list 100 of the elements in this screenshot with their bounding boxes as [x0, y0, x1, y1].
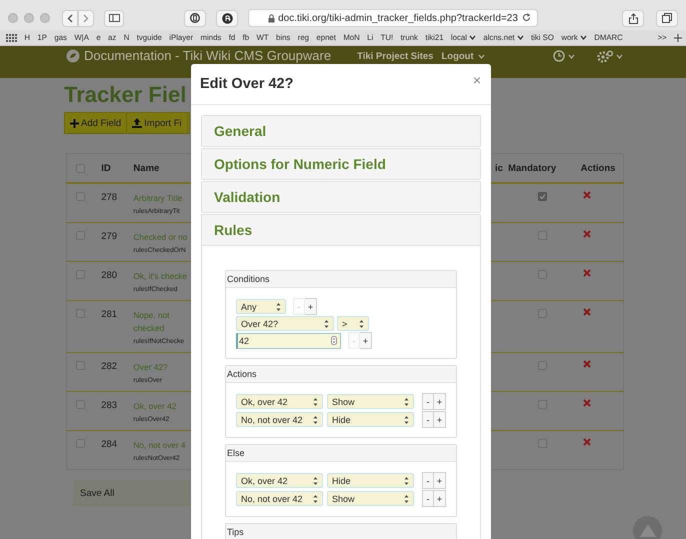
chevron-right-icon	[83, 14, 89, 22]
step-button[interactable]: +	[360, 332, 372, 349]
column-header: ID	[101, 162, 111, 174]
zoom-button[interactable]	[40, 13, 50, 23]
up-down-arrows-icon	[404, 476, 409, 484]
logo-icon	[66, 49, 80, 63]
reload-icon[interactable]	[522, 13, 531, 22]
share-icon	[628, 12, 638, 24]
up-down-arrows-icon	[324, 320, 329, 328]
up-down-arrows-icon	[404, 398, 409, 406]
id-cell: 283	[101, 400, 118, 411]
section-title: Actions	[226, 366, 456, 383]
step-button[interactable]: -	[422, 490, 434, 507]
dialog-title: Edit Over 42?	[200, 76, 294, 92]
dropdown[interactable]: Show	[327, 394, 414, 409]
dropdown[interactable]: Any	[236, 299, 286, 314]
nav-link[interactable]: Tiki Project Sites	[357, 51, 434, 62]
dropdown[interactable]: No, not over 42	[236, 491, 323, 506]
column-header: ic	[495, 162, 503, 174]
delete-icon[interactable]	[582, 308, 591, 316]
number-field[interactable]: 42	[236, 332, 341, 348]
sidebar-icon	[108, 14, 120, 22]
nav-link[interactable]: Logout	[441, 51, 485, 62]
caret-icon	[568, 54, 575, 58]
up-down-arrows-icon	[276, 302, 281, 310]
clock-icon[interactable]	[552, 50, 565, 62]
accordion-header[interactable]: Rules	[201, 214, 481, 246]
accordion-header[interactable]: General	[201, 115, 481, 147]
back-button[interactable]	[62, 10, 78, 26]
section-title: Conditions	[226, 271, 456, 288]
section-title: Else	[226, 445, 456, 462]
id-cell: 281	[101, 309, 118, 320]
column-header: Mandatory	[508, 162, 556, 174]
sidebar-button[interactable]	[104, 10, 124, 26]
up-down-arrows-icon	[359, 320, 364, 328]
save-all-button[interactable]: Save All	[74, 480, 190, 506]
section-title: Tips	[226, 524, 456, 539]
plus-icon[interactable]	[674, 34, 682, 42]
delete-icon[interactable]	[582, 191, 591, 199]
minimize-button[interactable]	[24, 13, 34, 23]
dropdown[interactable]: Ok, over 42	[236, 394, 323, 409]
site-title[interactable]: Documentation - Tiki Wiki CMS Groupware	[84, 49, 332, 63]
caret-icon	[616, 54, 623, 59]
spinner-icon	[331, 336, 337, 345]
settings-icon[interactable]	[596, 50, 613, 63]
up-down-arrows-icon	[404, 416, 409, 424]
up-down-arrows-icon	[313, 416, 318, 424]
address-bar[interactable]: doc.tiki.org/tiki-admin_tracker_fields.php?trackerId=23	[248, 9, 538, 27]
tabs-button[interactable]	[656, 10, 678, 26]
chevron-left-icon	[67, 14, 73, 22]
mandatory-checkbox[interactable]	[538, 192, 548, 201]
step-button[interactable]: -	[422, 411, 434, 428]
dropdown[interactable]: No, not over 42	[236, 412, 323, 427]
step-button[interactable]: -	[422, 393, 434, 410]
delete-icon[interactable]	[582, 269, 591, 277]
up-down-arrows-icon	[404, 494, 409, 502]
dropdown[interactable]: Ok, over 42	[236, 473, 323, 488]
up-down-arrows-icon	[313, 494, 318, 502]
step-button[interactable]: +	[305, 298, 317, 315]
dropdown[interactable]: Show	[327, 491, 414, 506]
ring-icon	[190, 13, 200, 23]
dropdown[interactable]: Hide	[327, 412, 414, 427]
up-down-arrows-icon	[313, 476, 318, 484]
extension-button[interactable]	[184, 10, 206, 26]
id-cell: 284	[101, 439, 118, 450]
share-button[interactable]	[622, 10, 644, 26]
toolbar-button[interactable]: Add Field	[65, 113, 128, 133]
plus-icon	[70, 118, 79, 128]
step-button[interactable]: +	[434, 472, 446, 489]
delete-icon[interactable]	[582, 230, 591, 238]
step-button[interactable]: +	[434, 490, 446, 507]
dropdown[interactable]: Hide	[327, 473, 414, 488]
step-button[interactable]: +	[434, 393, 446, 410]
page-title: Tracker Fiel	[64, 81, 186, 109]
delete-icon[interactable]	[582, 360, 591, 368]
tabs-icon	[662, 13, 672, 23]
accordion-header[interactable]: Validation	[201, 181, 481, 213]
toolbar-button[interactable]: Import Fi	[127, 113, 188, 133]
id-cell: 282	[101, 361, 118, 372]
close-window-button[interactable]	[8, 13, 18, 23]
scroll-to-top-button[interactable]	[633, 516, 662, 539]
accordion-header[interactable]: Options for Numeric Field	[201, 148, 481, 180]
id-cell: 278	[101, 192, 118, 203]
close-button[interactable]: ×	[472, 73, 481, 87]
upload-icon	[132, 118, 142, 128]
dark-circle-icon	[222, 12, 232, 24]
extension-button[interactable]	[216, 10, 238, 26]
step-button[interactable]: -	[422, 472, 434, 489]
lock-icon	[268, 14, 276, 22]
triangle-up-icon	[640, 524, 656, 537]
column-header: Name	[133, 162, 160, 174]
dropdown[interactable]: >	[337, 316, 369, 331]
grid-icon[interactable]	[6, 34, 17, 42]
id-cell: 280	[101, 270, 118, 281]
step-button[interactable]: +	[434, 411, 446, 428]
check-icon	[539, 193, 546, 200]
delete-icon[interactable]	[582, 399, 591, 407]
dropdown[interactable]: Over 42?	[236, 316, 334, 331]
id-cell: 279	[101, 231, 118, 242]
delete-icon[interactable]	[582, 438, 591, 446]
